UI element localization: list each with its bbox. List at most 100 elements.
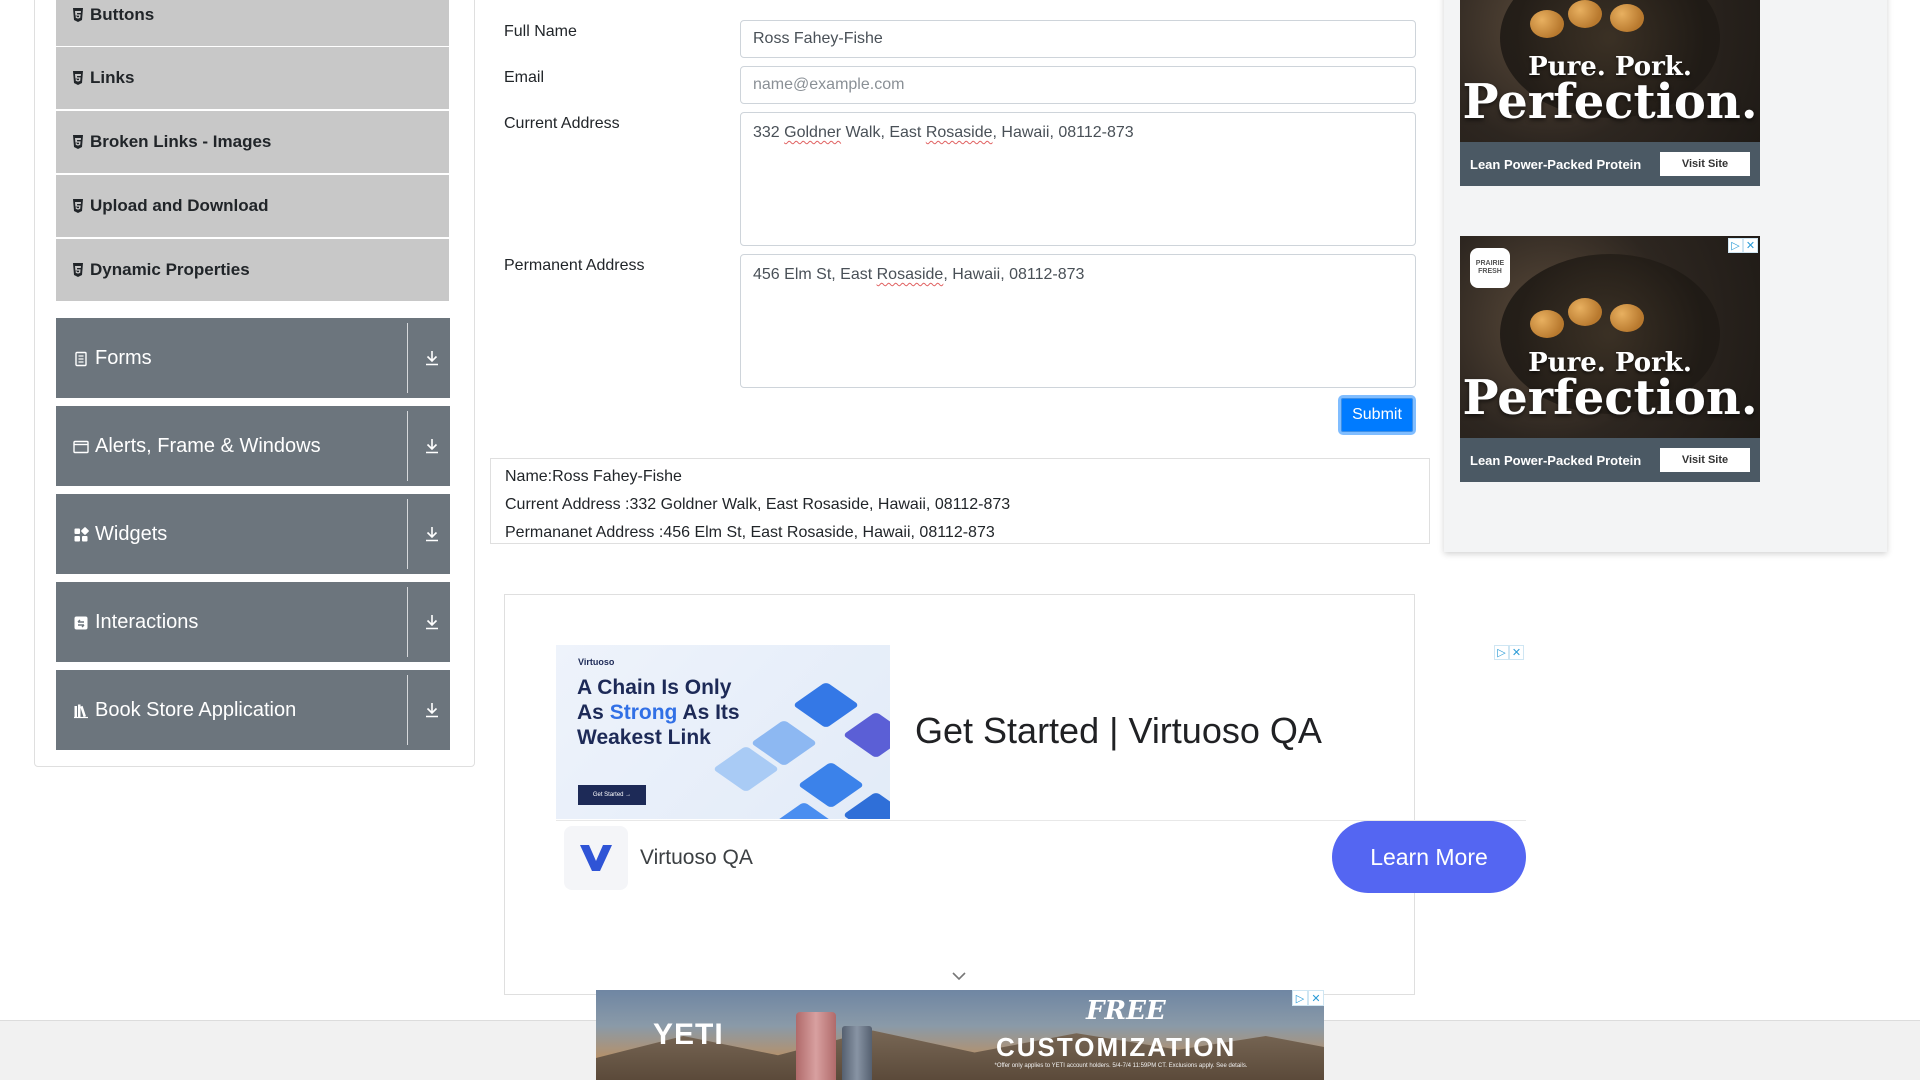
visit-site-button[interactable]: Visit Site — [1660, 448, 1750, 472]
document-icon — [73, 350, 89, 367]
virtuoso-advertiser-name: Virtuoso QA — [640, 846, 753, 869]
ad-image — [792, 681, 860, 729]
misspelled-word: Rosaside — [925, 124, 993, 141]
ad-image — [842, 1026, 872, 1080]
sidebar-item-label: Upload and Download — [90, 196, 269, 215]
submit-button[interactable]: Submit — [1338, 395, 1416, 435]
ad-image — [1568, 298, 1602, 326]
pork-ad-bottom[interactable]: PRAIRIE FRESH Pure. Pork. Perfection. Le… — [1460, 236, 1760, 482]
sidebar-group-widgets[interactable]: Widgets — [56, 494, 450, 574]
sidebar-group-alerts[interactable]: Alerts, Frame & Windows — [56, 406, 450, 486]
sidebar-item-dynamic-properties[interactable]: Dynamic Properties — [56, 239, 449, 301]
address-text: Walk, East — [841, 124, 926, 141]
sidebar-item-broken-links[interactable]: Broken Links - Images — [56, 111, 449, 173]
ad-headline-large: Perfection. — [1462, 74, 1758, 130]
headline-line: As Strong As Its — [577, 700, 740, 725]
ad-choices[interactable]: ▷ ✕ — [1728, 238, 1758, 253]
virtuoso-brand: Virtuoso — [578, 657, 615, 667]
group-divider — [407, 587, 408, 657]
download-icon[interactable] — [422, 524, 442, 544]
html5-icon — [72, 199, 84, 213]
download-icon[interactable] — [422, 612, 442, 632]
adchoices-icon[interactable]: ▷ — [1292, 990, 1308, 1006]
ad-choices[interactable]: ▷ ✕ — [1292, 990, 1324, 1006]
html5-icon — [72, 8, 84, 22]
yeti-ad[interactable]: YETI FREE CUSTOMIZATION *Offer only appl… — [596, 990, 1324, 1080]
sidebar-item-links[interactable]: Links — [56, 47, 449, 109]
ad-image — [1610, 4, 1644, 32]
close-icon[interactable]: ✕ — [1308, 990, 1324, 1006]
pork-ad-top[interactable]: Pure. Pork. Perfection. Lean Power-Packe… — [1460, 0, 1760, 186]
ad-tagline-bar: Lean Power-Packed Protein Visit Site — [1460, 142, 1760, 186]
adchoices-icon[interactable]: ▷ — [1494, 645, 1509, 660]
sidebar-item-upload-download[interactable]: Upload and Download — [56, 175, 449, 237]
download-icon[interactable] — [422, 436, 442, 456]
virtuoso-logo — [564, 826, 628, 890]
headline-line: Weakest Link — [577, 726, 711, 749]
ad-image — [1610, 304, 1644, 332]
sidebar-item-label: Dynamic Properties — [90, 260, 250, 279]
headline-part: As Its — [677, 701, 740, 724]
headline-accent: Strong — [609, 701, 678, 724]
close-icon[interactable]: ✕ — [1509, 645, 1524, 660]
ad-image — [797, 761, 865, 809]
sidebar-item-buttons[interactable]: Buttons — [56, 0, 449, 46]
html5-icon — [72, 135, 84, 149]
current-address-label: Current Address — [504, 115, 620, 132]
ad-choices[interactable]: ▷ ✕ — [1494, 645, 1524, 660]
permanent-address-label: Permanent Address — [504, 257, 645, 274]
permanent-address-textarea[interactable]: 456 Elm St, East Rosaside, Hawaii, 08112… — [740, 254, 1416, 388]
sidebar-group-book-store[interactable]: Book Store Application — [56, 670, 450, 750]
output-current-address: Current Address :332 Goldner Walk, East … — [505, 496, 1011, 513]
ad-image — [842, 711, 890, 759]
virtuoso-ad-image[interactable]: Virtuoso A Chain Is Only As Strong As It… — [556, 645, 890, 819]
group-label: Interactions — [95, 610, 199, 633]
virtuoso-headline: A Chain Is Only As Strong As Its Weakest… — [577, 675, 740, 750]
group-label: Alerts, Frame & Windows — [95, 434, 321, 457]
full-name-value: Ross Fahey-Fishe — [753, 30, 883, 47]
sidebar-group-interactions[interactable]: Interactions — [56, 582, 450, 662]
close-icon[interactable]: ✕ — [1743, 238, 1758, 253]
email-placeholder: name@example.com — [753, 76, 905, 93]
misspelled-word: Goldner — [784, 124, 842, 141]
email-input[interactable]: name@example.com — [740, 66, 1416, 104]
widgets-icon — [73, 526, 89, 542]
group-divider — [407, 499, 408, 569]
misspelled-word: Rosaside — [876, 266, 944, 283]
group-divider — [407, 675, 408, 745]
virtuoso-ad-title[interactable]: Get Started | Virtuoso QA — [915, 710, 1322, 752]
address-text: 456 Elm St, East — [753, 266, 877, 283]
interaction-icon — [73, 614, 89, 630]
sidebar-group-forms[interactable]: Forms — [56, 318, 450, 398]
chevron-down-icon[interactable] — [950, 970, 968, 982]
output-permanent-address: Permananet Address :456 Elm St, East Ros… — [505, 524, 995, 541]
window-icon — [73, 438, 89, 454]
download-icon[interactable] — [422, 348, 442, 368]
yeti-logo: YETI — [653, 1018, 724, 1051]
html5-icon — [72, 263, 84, 277]
full-name-input[interactable]: Ross Fahey-Fishe — [740, 20, 1416, 58]
current-address-textarea[interactable]: 332 Goldner Walk, East Rosaside, Hawaii,… — [740, 112, 1416, 246]
yeti-customization-text: CUSTOMIZATION — [996, 1032, 1237, 1062]
yeti-fine-print: *Offer only applies to YETI account hold… — [994, 1063, 1248, 1069]
email-label: Email — [504, 69, 545, 86]
learn-more-button[interactable]: Learn More — [1332, 821, 1526, 893]
visit-site-button[interactable]: Visit Site — [1660, 152, 1750, 176]
ad-image — [1530, 310, 1564, 338]
group-label: Widgets — [95, 522, 168, 545]
headline-line: A Chain Is Only — [577, 676, 732, 699]
ad-headline-large: Perfection. — [1462, 370, 1758, 426]
address-text: , Hawaii, 08112-873 — [943, 266, 1085, 283]
ad-tagline-bar: Lean Power-Packed Protein Visit Site — [1460, 438, 1760, 482]
html5-icon — [72, 71, 84, 85]
headline-part: As — [577, 701, 610, 724]
address-text: 332 — [753, 124, 785, 141]
virtuoso-thumb-cta[interactable]: Get Started → — [578, 785, 646, 805]
page: Buttons Links Broken Links - Images Uplo… — [0, 0, 1920, 1080]
full-name-label: Full Name — [504, 23, 577, 40]
virtuoso-v-icon — [580, 845, 612, 871]
ad-tagline: Lean Power-Packed Protein — [1470, 452, 1642, 468]
adchoices-icon[interactable]: ▷ — [1728, 238, 1743, 253]
ad-tagline: Lean Power-Packed Protein — [1470, 156, 1642, 172]
download-icon[interactable] — [422, 700, 442, 720]
